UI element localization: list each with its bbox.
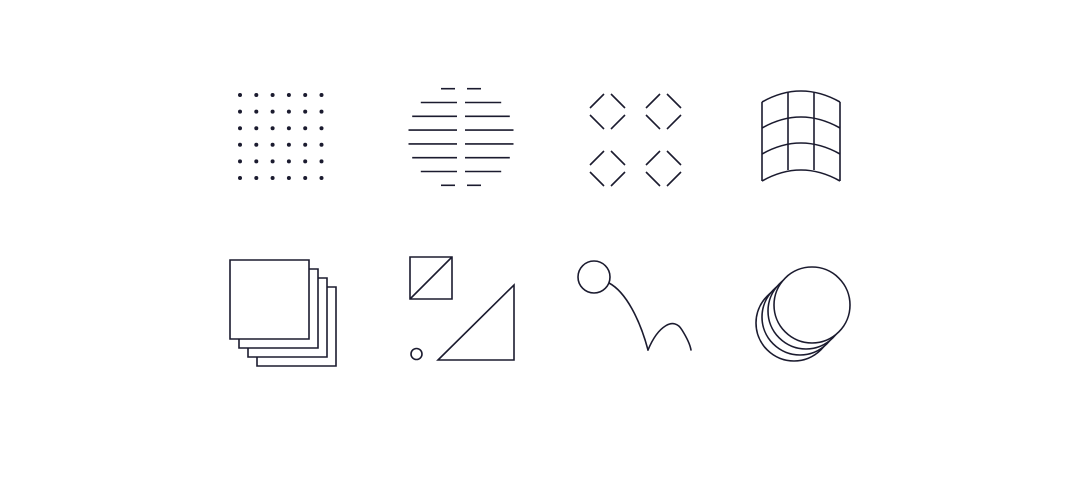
dot-grid-dot <box>254 159 259 164</box>
dot-grid-dot <box>303 176 308 180</box>
dot-grid-dot <box>319 93 324 97</box>
dot-grid-dot <box>270 93 275 97</box>
diamond-lattice-icon <box>584 88 700 198</box>
dot-grid-dot <box>254 126 259 131</box>
dot-grid-dot <box>270 176 275 180</box>
dot-grid-dot <box>286 176 291 180</box>
dot-grid-dot <box>319 142 324 147</box>
dot-grid-dot <box>303 126 308 131</box>
dot-grid-dot <box>319 126 324 131</box>
dot-grid-dot <box>303 159 308 164</box>
dot-grid-dot <box>270 109 275 114</box>
dot-grid-dot <box>238 93 242 97</box>
dot-grid-dot <box>238 142 242 147</box>
dot-grid-dot <box>238 109 242 114</box>
dot-grid-dot <box>270 142 275 147</box>
dot-grid-dot <box>270 159 275 164</box>
dot-grid-dot <box>270 126 275 131</box>
stacked-circles-icon <box>750 262 856 366</box>
dot-grid-dot <box>303 142 308 147</box>
dot-grid-dot <box>238 176 242 180</box>
dot-grid-dot <box>319 109 324 114</box>
icon-showcase <box>0 0 1076 489</box>
dot-grid-dot <box>254 142 259 147</box>
dot-grid-dot <box>319 159 324 164</box>
dot-grid-dot <box>238 126 242 131</box>
dot-grid-dot <box>286 126 291 131</box>
dot-grid-dot <box>254 109 259 114</box>
dot-grid-dot <box>238 159 242 164</box>
dot-grid-dot <box>286 142 291 147</box>
dot-grid-icon <box>238 93 324 180</box>
dot-grid-dot <box>286 93 291 97</box>
bouncing-ball-icon <box>574 256 698 358</box>
dot-grid-dot <box>303 109 308 114</box>
dot-grid-dot <box>254 176 259 180</box>
striped-circle-icon <box>404 82 518 192</box>
dot-grid-dot <box>254 93 259 97</box>
dot-grid-dot <box>319 176 324 180</box>
dot-grid-dot <box>286 109 291 114</box>
curved-grid-icon <box>758 84 846 186</box>
dot-grid-dot <box>303 93 308 97</box>
dot-grid-dot <box>286 159 291 164</box>
stacked-squares-icon <box>226 256 340 370</box>
triangles-circle-icon <box>404 252 520 366</box>
